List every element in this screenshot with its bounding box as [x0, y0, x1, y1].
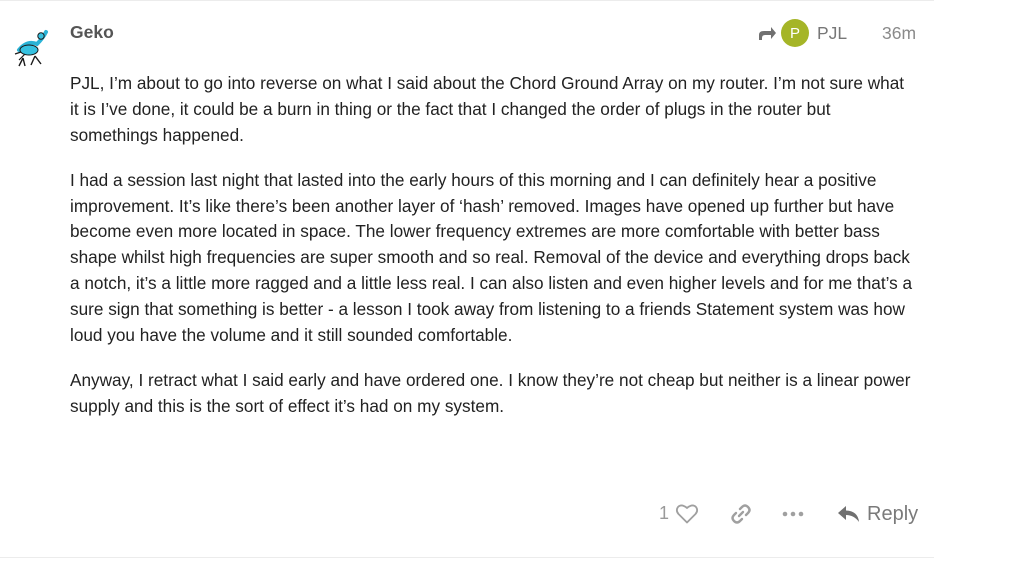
reply-label: Reply: [867, 502, 919, 525]
post-paragraph-3: Anyway, I retract what I said early and …: [70, 369, 911, 416]
username[interactable]: Geko: [70, 22, 114, 43]
share-arrow-icon: [759, 27, 776, 40]
post: Geko P PJL 36m PJL, I’m about to go into…: [0, 0, 934, 558]
reply-to-name: PJL: [817, 22, 848, 43]
reply-to-avatar: P: [781, 19, 809, 47]
reply-to[interactable]: P PJL: [757, 18, 847, 48]
post-paragraph-2: I had a session last night that lasted i…: [70, 169, 913, 345]
post-timestamp[interactable]: 36m: [882, 23, 916, 44]
like-count[interactable]: 1: [659, 503, 669, 524]
frog-avatar-icon[interactable]: [13, 28, 49, 68]
post-body: PJL, I’m about to go into reverse on wha…: [70, 71, 915, 439]
post-paragraph-1: PJL, I’m about to go into reverse on wha…: [70, 73, 905, 145]
heart-icon[interactable]: [675, 503, 699, 524]
link-icon[interactable]: [729, 502, 753, 526]
ellipsis-icon[interactable]: [781, 509, 805, 519]
reply-arrow-icon: [838, 506, 859, 522]
reply-button[interactable]: Reply: [837, 499, 918, 529]
